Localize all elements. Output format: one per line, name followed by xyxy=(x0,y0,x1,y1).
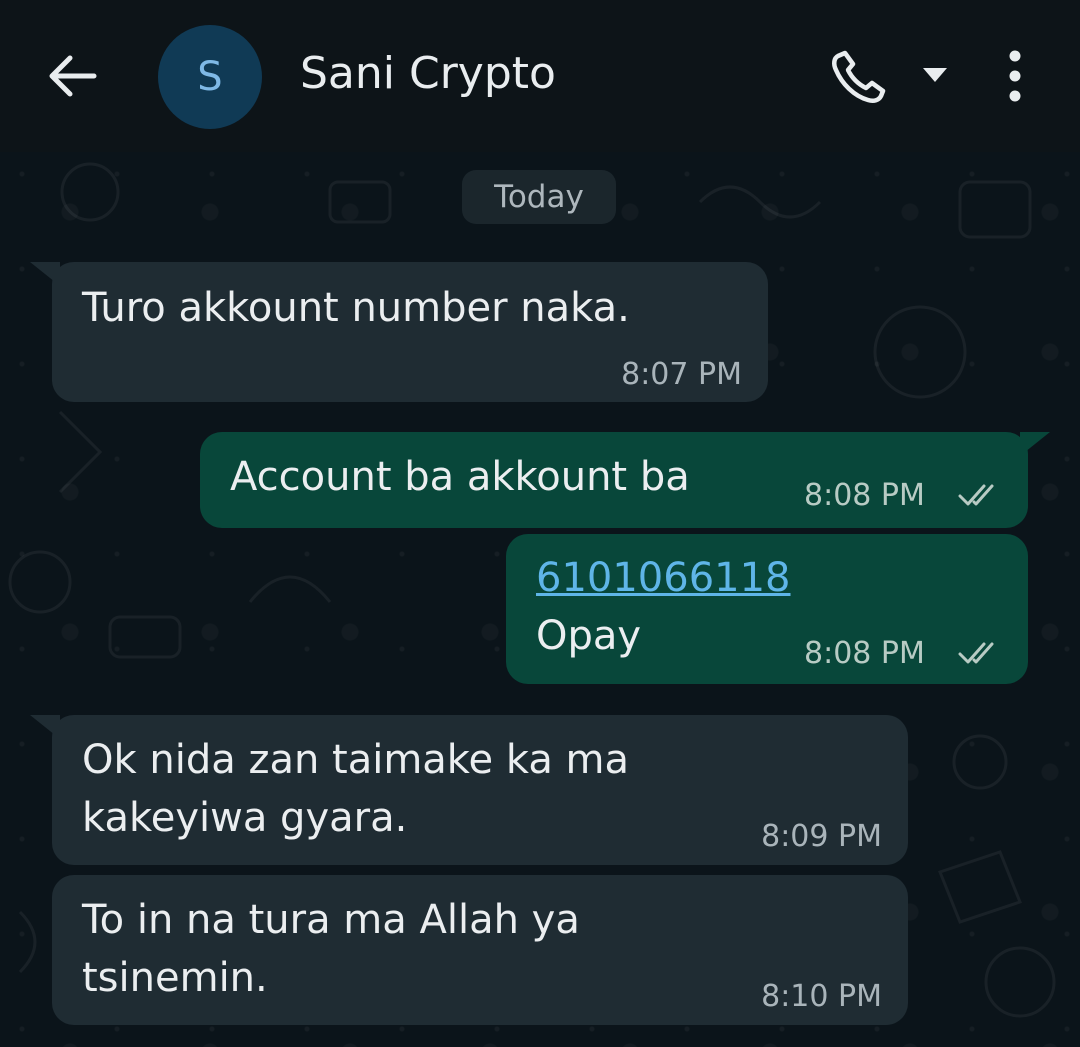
bubble-tail xyxy=(30,715,60,739)
message-text: Ok nida zan taimake ka ma xyxy=(82,737,630,783)
message-time: 8:10 PM xyxy=(761,979,882,1014)
date-separator: Today xyxy=(462,170,616,224)
back-arrow-icon[interactable] xyxy=(44,48,100,104)
message-time: 8:08 PM xyxy=(804,636,925,671)
more-options-icon[interactable] xyxy=(998,48,1032,104)
message-text: To in na tura ma Allah ya xyxy=(82,897,580,943)
phone-icon[interactable] xyxy=(828,48,890,104)
bubble-tail xyxy=(1020,432,1050,456)
message-time: 8:07 PM xyxy=(621,357,742,392)
account-number-link[interactable]: 6101066118 xyxy=(536,549,791,607)
message-outgoing[interactable]: Account ba akkount ba 8:08 PM xyxy=(200,432,1028,528)
read-ticks-icon xyxy=(958,642,994,664)
chat-header: S Sani Crypto xyxy=(0,0,1080,152)
avatar[interactable]: S xyxy=(158,25,262,129)
message-incoming[interactable]: Turo akkount number naka. 8:07 PM xyxy=(52,262,768,402)
message-text: Turo akkount number naka. xyxy=(82,285,630,331)
message-text: tsinemin. xyxy=(82,955,268,1001)
bubble-tail xyxy=(30,262,60,286)
dropdown-caret-icon[interactable] xyxy=(918,62,952,88)
message-incoming[interactable]: To in na tura ma Allah ya tsinemin. 8:10… xyxy=(52,875,908,1025)
message-text: kakeyiwa gyara. xyxy=(82,795,408,841)
message-text: Opay xyxy=(536,613,642,659)
message-time: 8:08 PM xyxy=(804,478,925,513)
message-outgoing[interactable]: 6101066118 Opay 8:08 PM xyxy=(506,534,1028,684)
message-time: 8:09 PM xyxy=(761,819,882,854)
contact-name[interactable]: Sani Crypto xyxy=(300,44,556,104)
message-incoming[interactable]: Ok nida zan taimake ka ma kakeyiwa gyara… xyxy=(52,715,908,865)
read-ticks-icon xyxy=(958,484,994,506)
message-text: Account ba akkount ba xyxy=(230,454,690,500)
